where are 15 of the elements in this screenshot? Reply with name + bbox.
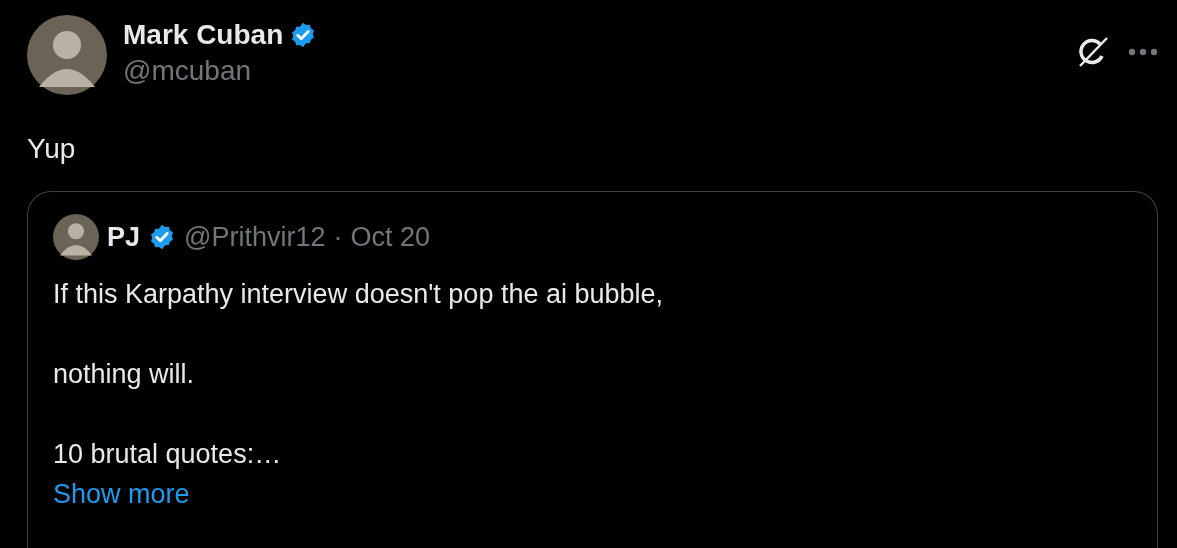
quoted-post-text: 10 brutal quotes:… [53, 438, 283, 471]
quoted-post-text: nothing will. [53, 358, 196, 391]
author-name[interactable]: Mark Cuban [123, 19, 284, 51]
show-more-link[interactable]: Show more [53, 474, 190, 514]
quoted-post-text: If this Karpathy interview doesn't pop the ai bubble, [53, 278, 665, 311]
quoted-author-handle: @Prithvir12 [184, 221, 326, 253]
avatar[interactable] [53, 214, 99, 260]
post-text: Yup [27, 133, 77, 165]
quoted-post-card[interactable]: PJ @Prithvir12 · Oct 20 If this Karpathy interview doesn't pop the ai bubble, nothing will. 10 brutal quotes:… Show more [27, 191, 1158, 548]
post-date: Oct 20 [350, 221, 431, 253]
more-icon[interactable] [1128, 48, 1158, 56]
separator: · [333, 221, 343, 253]
avatar[interactable] [27, 15, 107, 95]
quoted-author-name: PJ [107, 221, 141, 253]
author-handle[interactable]: @mcuban [123, 55, 1060, 87]
